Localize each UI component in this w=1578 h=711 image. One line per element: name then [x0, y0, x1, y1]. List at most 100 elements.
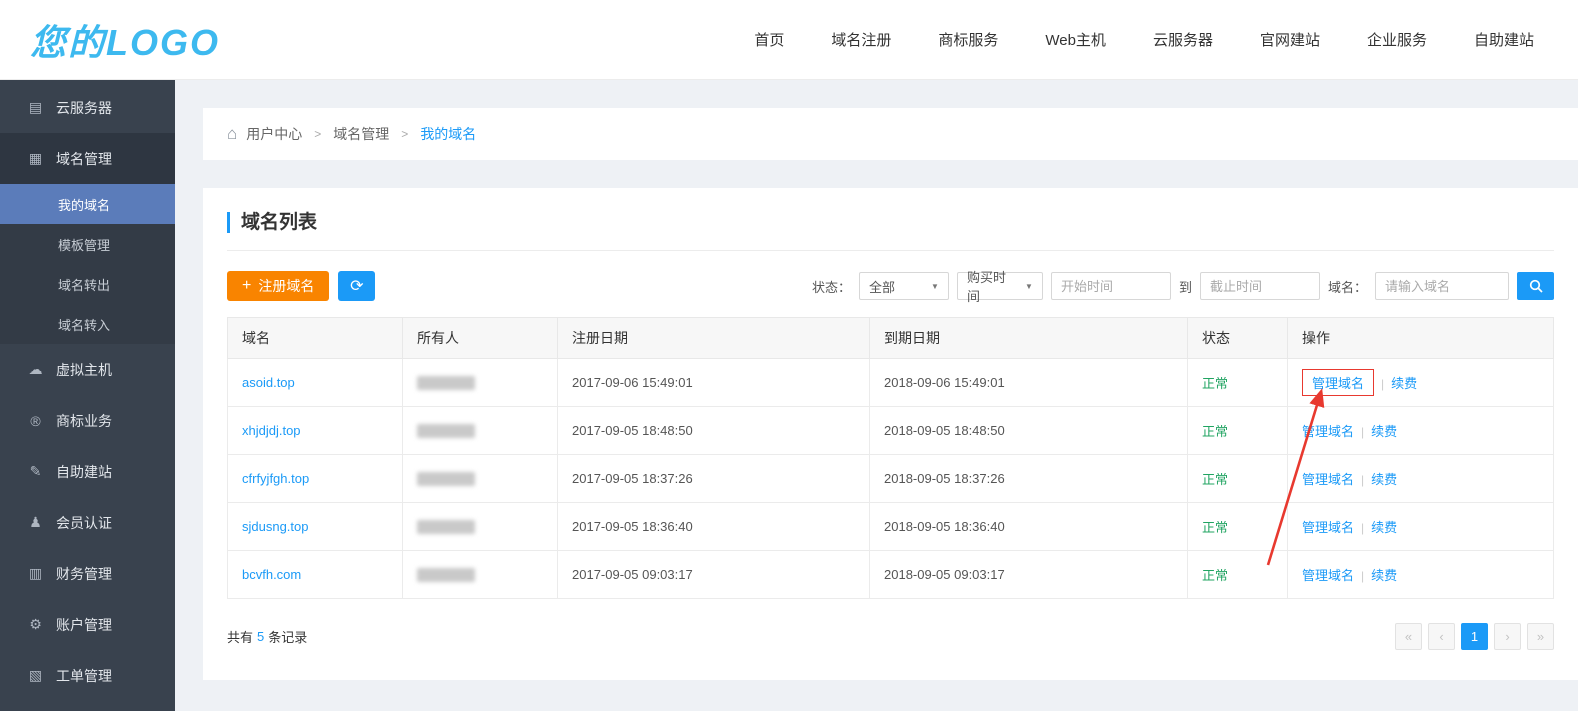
sidebar-item-cloud-server[interactable]: ▤ 云服务器: [0, 82, 175, 133]
exp-date: 2018-09-06 15:49:01: [870, 359, 1188, 407]
sidebar-subitem-my-domains[interactable]: 我的域名: [0, 184, 175, 224]
start-date-input[interactable]: [1051, 272, 1171, 300]
domain-list-card: 域名列表 + 注册域名 ⟳ 状态： 全部 ▼: [203, 188, 1578, 680]
sidebar-item-domain-manage[interactable]: ▦ 域名管理: [0, 133, 175, 184]
pagination-page-1[interactable]: 1: [1461, 623, 1488, 650]
logo[interactable]: 您的LOGO: [30, 14, 220, 66]
nav-item-self-service-site[interactable]: 自助建站: [1474, 29, 1534, 50]
exp-date: 2018-09-05 18:48:50: [870, 407, 1188, 455]
pagination-first-button[interactable]: «: [1395, 623, 1422, 650]
sidebar-submenu-domain: 我的域名 模板管理 域名转出 域名转入: [0, 184, 175, 344]
sidebar-item-virtual-host[interactable]: ☁ 虚拟主机: [0, 344, 175, 395]
sidebar-item-label: 云服务器: [56, 98, 112, 118]
nav-item-cloud-server[interactable]: 云服务器: [1153, 29, 1213, 50]
reg-date: 2017-09-05 18:37:26: [558, 455, 870, 503]
trademark-icon: ®: [27, 413, 44, 429]
top-nav: 首页 域名注册 商标服务 Web主机 云服务器 官网建站 企业服务 自助建站: [754, 29, 1548, 50]
sidebar-item-label: 工单管理: [56, 666, 112, 686]
to-label: 到: [1179, 277, 1192, 296]
pagination-last-button[interactable]: »: [1527, 623, 1554, 650]
sidebar-item-label: 域名管理: [56, 149, 112, 169]
renew-link[interactable]: 续费: [1371, 520, 1397, 535]
nav-item-web-hosting[interactable]: Web主机: [1045, 29, 1106, 50]
status-select[interactable]: 全部 ▼: [859, 272, 949, 300]
reg-date: 2017-09-06 15:49:01: [558, 359, 870, 407]
search-button[interactable]: [1517, 272, 1554, 300]
sidebar-item-trademark[interactable]: ® 商标业务: [0, 395, 175, 446]
breadcrumb-separator: >: [401, 127, 408, 141]
nav-item-trademark-service[interactable]: 商标服务: [938, 29, 998, 50]
breadcrumb: ⌂ 用户中心 > 域名管理 > 我的域名: [203, 108, 1578, 160]
domain-link[interactable]: asoid.top: [242, 375, 295, 390]
pagination-next-button[interactable]: ›: [1494, 623, 1521, 650]
sidebar-subitem-template-manage[interactable]: 模板管理: [0, 224, 175, 264]
sidebar: ▤ 云服务器 ▦ 域名管理 我的域名 模板管理 域名转出 域名转入: [0, 80, 175, 711]
manage-domain-link[interactable]: 管理域名: [1302, 472, 1354, 487]
card-icon: ▥: [27, 565, 44, 582]
owner-redacted: [417, 376, 475, 390]
record-count: 5: [257, 629, 264, 644]
chevron-down-icon: ▼: [1025, 282, 1033, 291]
person-icon: ♟: [27, 514, 44, 531]
col-header-actions: 操作: [1288, 318, 1554, 359]
manage-domain-link[interactable]: 管理域名: [1302, 520, 1354, 535]
manage-domain-link[interactable]: 管理域名: [1302, 424, 1354, 439]
refresh-icon: ⟳: [350, 278, 363, 295]
action-separator: |: [1361, 473, 1364, 487]
reg-date: 2017-09-05 09:03:17: [558, 551, 870, 599]
table-row: asoid.top 2017-09-06 15:49:01 2018-09-06…: [228, 359, 1554, 407]
nav-item-domain-register[interactable]: 域名注册: [831, 29, 891, 50]
col-header-domain: 域名: [228, 318, 403, 359]
owner-redacted: [417, 568, 475, 582]
nav-item-website-building[interactable]: 官网建站: [1260, 29, 1320, 50]
end-date-input[interactable]: [1200, 272, 1320, 300]
reg-date: 2017-09-05 18:48:50: [558, 407, 870, 455]
breadcrumb-my-domains[interactable]: 我的域名: [420, 124, 476, 144]
sidebar-item-site-builder[interactable]: ✎ 自助建站: [0, 446, 175, 497]
record-summary-suffix: 条记录: [268, 627, 307, 646]
manage-domain-link[interactable]: 管理域名: [1302, 568, 1354, 583]
breadcrumb-domain-manage[interactable]: 域名管理: [333, 124, 389, 144]
domain-link[interactable]: sjdusng.top: [242, 519, 309, 534]
sidebar-subitem-domain-transfer-out[interactable]: 域名转出: [0, 264, 175, 304]
pagination-prev-button[interactable]: ‹: [1428, 623, 1455, 650]
status-badge: 正常: [1202, 568, 1228, 583]
owner-redacted: [417, 472, 475, 486]
breadcrumb-separator: >: [314, 127, 321, 141]
sidebar-item-account[interactable]: ⚙ 账户管理: [0, 599, 175, 650]
col-header-owner: 所有人: [403, 318, 558, 359]
exp-date: 2018-09-05 18:36:40: [870, 503, 1188, 551]
domain-link[interactable]: cfrfyjfgh.top: [242, 471, 309, 486]
sidebar-item-member-auth[interactable]: ♟ 会员认证: [0, 497, 175, 548]
manage-domain-link[interactable]: 管理域名: [1312, 376, 1364, 391]
col-header-status: 状态: [1188, 318, 1288, 359]
sidebar-item-work-order[interactable]: ▧ 工单管理: [0, 650, 175, 701]
filter-bar: 状态： 全部 ▼ 购买时间 ▼ 到 域名：: [812, 272, 1554, 300]
status-badge: 正常: [1202, 376, 1228, 391]
nav-item-home[interactable]: 首页: [754, 29, 784, 50]
sidebar-item-label: 财务管理: [56, 564, 112, 584]
breadcrumb-user-center[interactable]: 用户中心: [246, 124, 302, 144]
time-type-select[interactable]: 购买时间 ▼: [957, 272, 1043, 300]
renew-link[interactable]: 续费: [1371, 472, 1397, 487]
register-domain-button[interactable]: + 注册域名: [227, 271, 329, 301]
sidebar-item-finance[interactable]: ▥ 财务管理: [0, 548, 175, 599]
action-separator: |: [1381, 377, 1384, 391]
nav-item-enterprise-service[interactable]: 企业服务: [1367, 29, 1427, 50]
status-badge: 正常: [1202, 472, 1228, 487]
table-row: sjdusng.top 2017-09-05 18:36:40 2018-09-…: [228, 503, 1554, 551]
sidebar-item-label: 会员认证: [56, 513, 112, 533]
sidebar-item-label: 商标业务: [56, 411, 112, 431]
renew-link[interactable]: 续费: [1371, 424, 1397, 439]
renew-link[interactable]: 续费: [1391, 376, 1417, 391]
domain-search-input[interactable]: [1375, 272, 1509, 300]
renew-link[interactable]: 续费: [1371, 568, 1397, 583]
domain-link[interactable]: bcvfh.com: [242, 567, 301, 582]
refresh-button[interactable]: ⟳: [338, 271, 375, 301]
exp-date: 2018-09-05 18:37:26: [870, 455, 1188, 503]
sidebar-item-label: 自助建站: [56, 462, 112, 482]
domain-link[interactable]: xhjdjdj.top: [242, 423, 301, 438]
table-footer: 共有 5 条记录 « ‹ 1 › »: [227, 623, 1554, 650]
sidebar-subitem-domain-transfer-in[interactable]: 域名转入: [0, 304, 175, 344]
domain-icon: ▦: [27, 150, 44, 167]
